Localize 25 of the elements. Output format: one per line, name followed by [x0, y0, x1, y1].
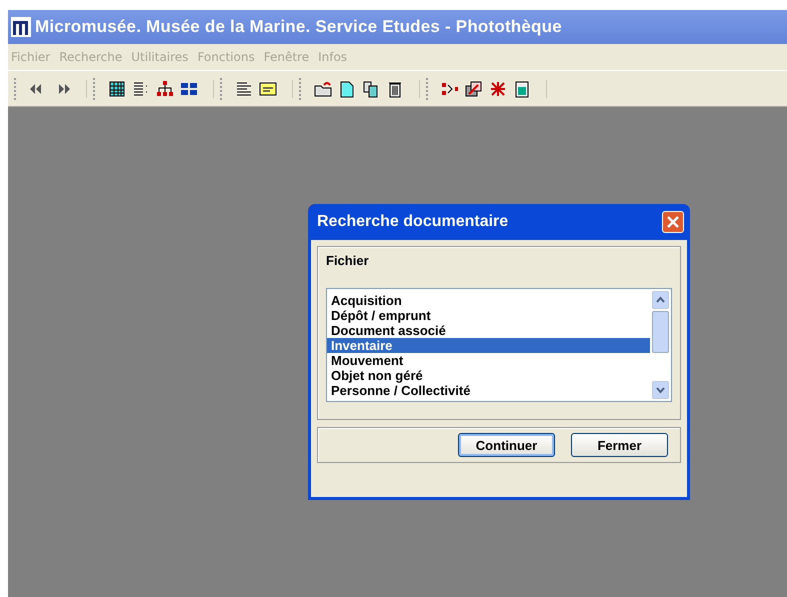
list-item[interactable]: Dépôt / emprunt: [327, 308, 650, 323]
text-lines-icon[interactable]: [234, 80, 254, 98]
dialog-title: Recherche documentaire: [317, 213, 508, 231]
scroll-down-button[interactable]: [652, 381, 669, 399]
list-item[interactable]: Acquisition: [327, 293, 650, 308]
table-icon[interactable]: [107, 80, 127, 98]
app-logo-icon: [11, 17, 31, 37]
dialog-button[interactable]: Continuer: [458, 433, 555, 457]
close-icon: [666, 215, 680, 229]
folder-icon[interactable]: [313, 80, 333, 98]
export-icon[interactable]: [464, 80, 484, 98]
scroll-thumb[interactable]: [652, 311, 669, 353]
dialog-button[interactable]: Fermer: [571, 433, 668, 457]
list-item[interactable]: Personne / Collectivité: [327, 383, 650, 398]
group-label: Fichier: [326, 253, 370, 268]
list-item[interactable]: Mouvement: [327, 353, 650, 368]
close-button[interactable]: [662, 211, 684, 233]
hierarchy-icon[interactable]: [155, 80, 175, 98]
file-list[interactable]: Acquisition Dépôt / emprunt Document associé Inventaire Mouvement Objet non géré Personne / Collectivité: [326, 288, 672, 402]
list-item[interactable]: Inventaire: [327, 338, 650, 353]
window-title: Micromusée. Musée de la Marine. Service Etudes - Photothèque: [35, 17, 562, 37]
card-icon[interactable]: [258, 80, 278, 98]
list-item[interactable]: Objet non géré: [327, 368, 650, 383]
scroll-up-button[interactable]: [652, 291, 669, 309]
list-item[interactable]: Document associé: [327, 323, 650, 338]
